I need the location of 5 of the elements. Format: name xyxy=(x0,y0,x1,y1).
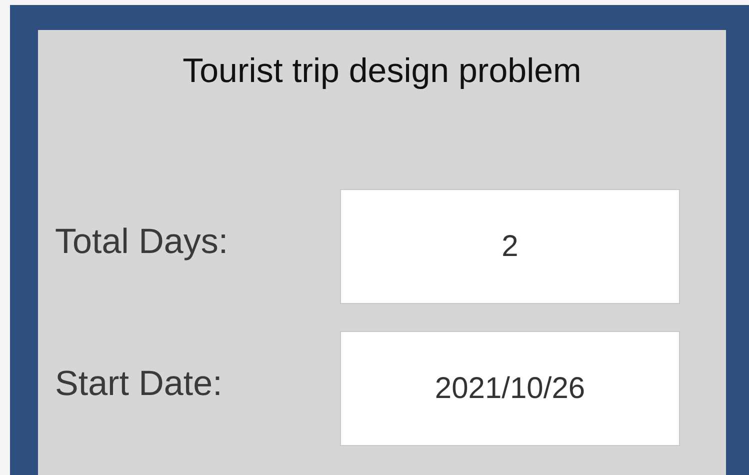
input-field[interactable]: 2021/10/26 xyxy=(340,331,680,446)
field-label: Start Date: xyxy=(54,364,224,404)
app-title: Tourist trip design problem xyxy=(182,52,582,91)
field-label: Total Days: xyxy=(54,222,230,262)
input-field[interactable]: 2 xyxy=(340,189,680,304)
